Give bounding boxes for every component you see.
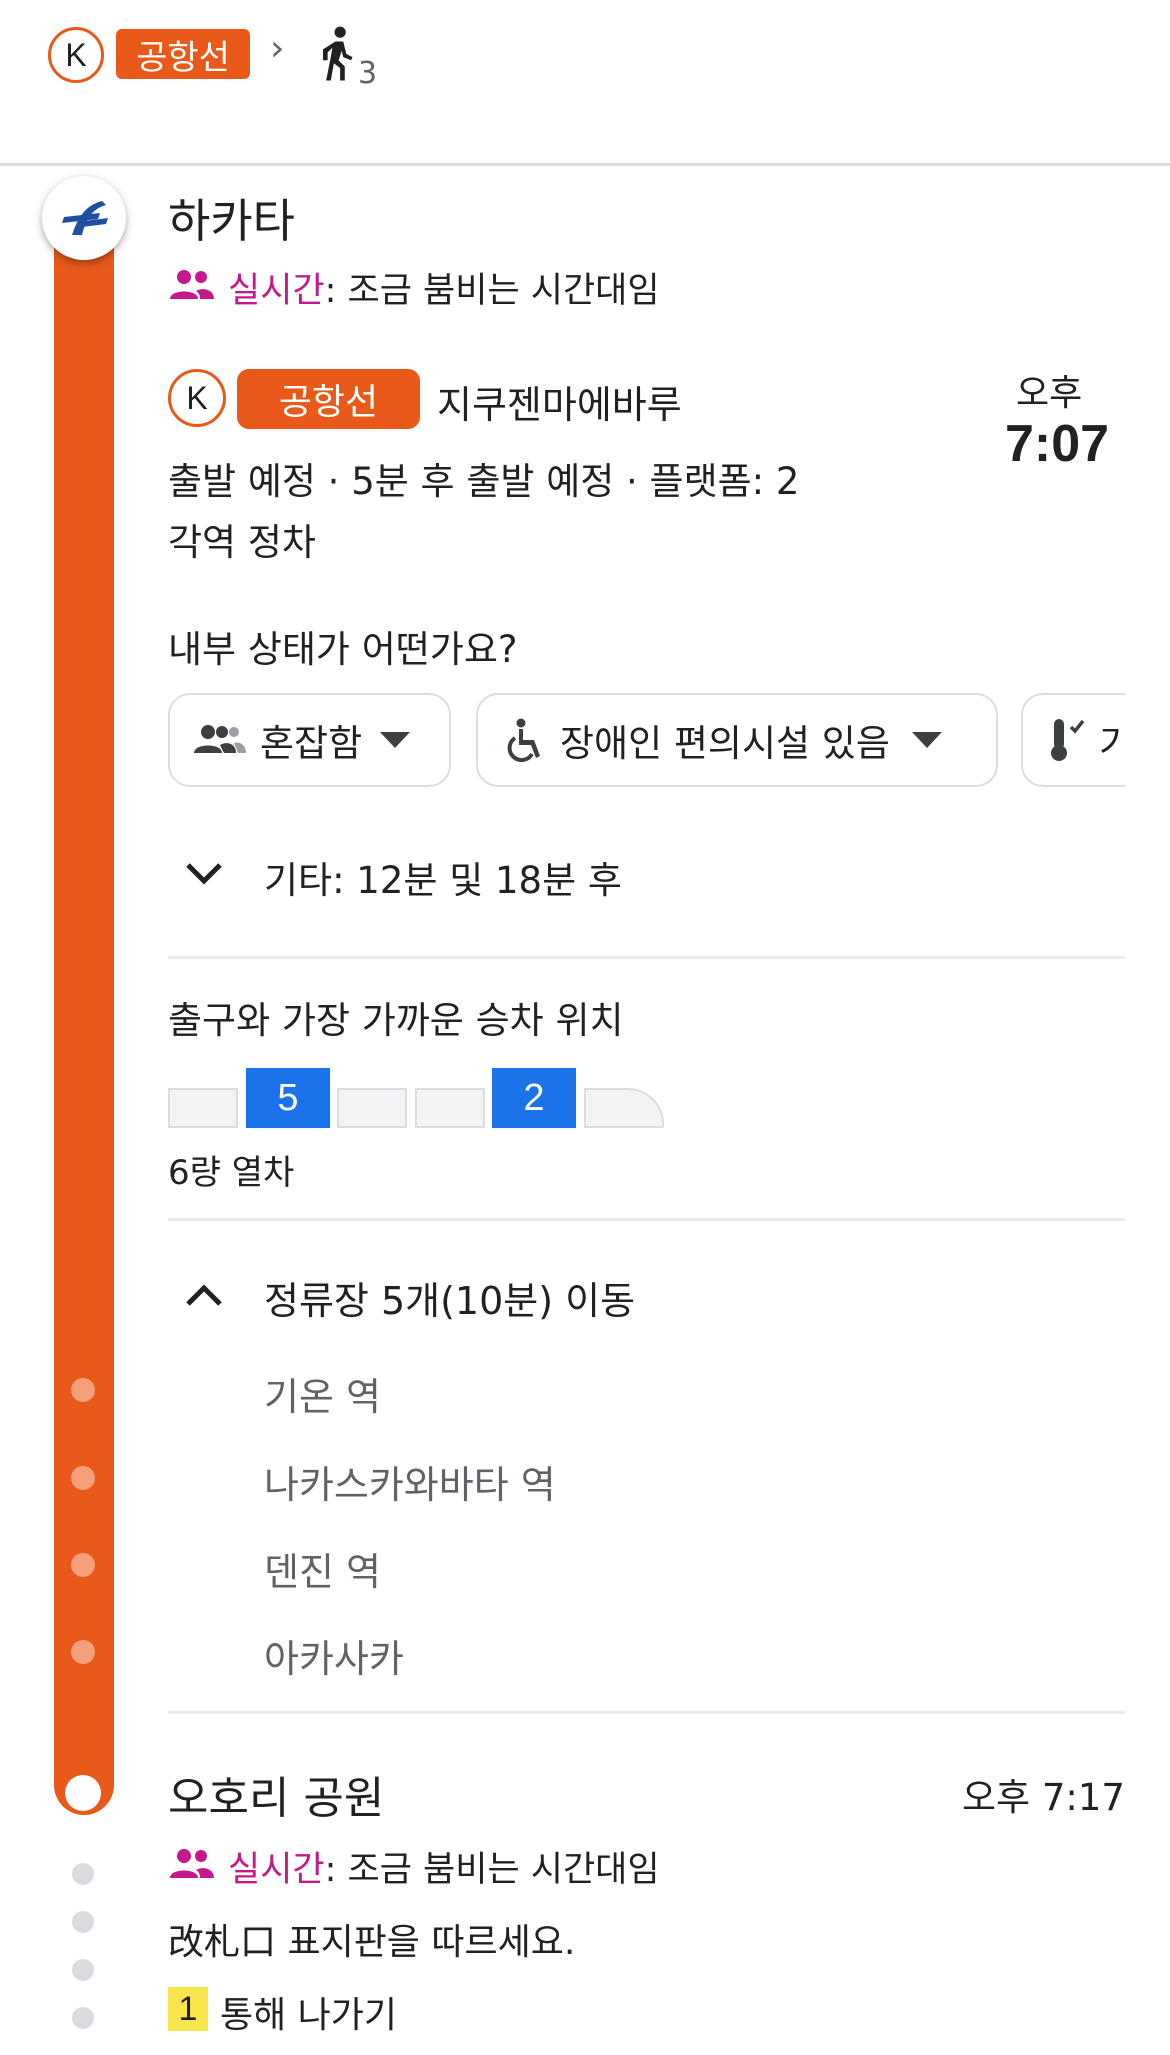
divider bbox=[168, 1711, 1125, 1714]
caret-down-icon bbox=[911, 732, 942, 748]
line-code-badge: K bbox=[168, 369, 226, 427]
train-car-front bbox=[584, 1088, 664, 1128]
line-name-pill: 공항선 bbox=[237, 369, 420, 429]
chevron-up-icon[interactable] bbox=[185, 1283, 223, 1307]
departure-time: 7:07 bbox=[1005, 415, 1110, 473]
feedback-question: 내부 상태가 어떤가요? bbox=[168, 628, 518, 671]
train-length: 6량 열차 bbox=[168, 1153, 295, 1193]
line-code-badge: K bbox=[48, 27, 104, 83]
chip-label: 장애인 편의시설 있음 bbox=[560, 722, 890, 765]
stop-dot bbox=[71, 1466, 95, 1490]
train-car bbox=[168, 1088, 238, 1128]
train-direction: 지쿠젠마에바루 bbox=[437, 383, 682, 427]
people-icon bbox=[194, 725, 246, 753]
people-icon bbox=[170, 270, 214, 299]
chip-label: 기 bbox=[1099, 722, 1125, 765]
exit-number-badge: 1 bbox=[168, 1987, 208, 2031]
intermediate-stop: 덴진 역 bbox=[264, 1550, 381, 1594]
train-car-highlight: 2 bbox=[492, 1068, 576, 1128]
boarding-position-title: 출구와 가장 가까운 승차 위치 bbox=[168, 999, 624, 1042]
walk-dot bbox=[72, 2007, 94, 2029]
chip-label: 혼잡함 bbox=[260, 722, 363, 765]
departure-status: 출발 예정 · 5분 후 출발 예정 · 플랫폼: 2 bbox=[168, 460, 800, 503]
thermometer-icon bbox=[1051, 719, 1085, 761]
walk-dot bbox=[72, 1863, 94, 1885]
stop-dot bbox=[71, 1553, 95, 1577]
intermediate-stop: 아카사카 bbox=[264, 1637, 404, 1681]
walk-icon bbox=[323, 26, 353, 81]
service-type: 각역 정차 bbox=[168, 521, 316, 564]
origin-station-name[interactable]: 하카타 bbox=[168, 185, 295, 251]
stop-dot bbox=[71, 1378, 95, 1402]
realtime-label: 실시간 bbox=[228, 271, 325, 311]
stop-dot bbox=[71, 1640, 95, 1664]
accessibility-chip[interactable]: 장애인 편의시설 있음 bbox=[476, 693, 998, 787]
crowd-text: : 조금 붐비는 시간대임 bbox=[324, 1850, 660, 1890]
origin-crowd-status: 실시간: 조금 붐비는 시간대임 bbox=[228, 262, 660, 313]
train-car bbox=[337, 1088, 407, 1128]
crowdedness-chip[interactable]: 혼잡함 bbox=[168, 693, 451, 787]
line-name-pill: 공항선 bbox=[116, 29, 250, 79]
destination-station-name[interactable]: 오호리 공원 bbox=[168, 1762, 384, 1826]
arrival-time: 오후 7:17 bbox=[962, 1776, 1125, 1819]
train-car-highlight: 5 bbox=[246, 1068, 330, 1128]
walk-dot bbox=[72, 1959, 94, 1981]
departure-period: 오후 bbox=[1016, 373, 1083, 414]
intermediate-stop: 기온 역 bbox=[264, 1375, 381, 1419]
divider bbox=[168, 956, 1125, 959]
fukuoka-subway-icon bbox=[62, 201, 108, 235]
stops-summary[interactable]: 정류장 5개(10분) 이동 bbox=[264, 1270, 635, 1325]
walk-minutes: 3 bbox=[358, 56, 378, 91]
walk-dot bbox=[72, 1911, 94, 1933]
people-icon bbox=[170, 1849, 214, 1878]
divider bbox=[168, 1218, 1125, 1221]
exit-instruction: 改札口 표지판을 따르세요. bbox=[168, 1922, 576, 1963]
destination-dot bbox=[65, 1775, 101, 1811]
more-departures[interactable]: 기타: 12분 및 18분 후 bbox=[264, 850, 622, 904]
crowd-text: : 조금 붐비는 시간대임 bbox=[324, 271, 660, 311]
route-summary-bar: K 공항선 › 3 bbox=[0, 0, 1170, 166]
intermediate-stop: 나카스카와바타 역 bbox=[264, 1463, 556, 1507]
transit-operator-logo bbox=[42, 176, 126, 260]
realtime-label: 실시간 bbox=[228, 1850, 325, 1890]
train-car bbox=[415, 1088, 485, 1128]
exit-text: 통해 나가기 bbox=[220, 1995, 398, 2036]
wheelchair-icon bbox=[507, 718, 540, 762]
chip-clip: 기 bbox=[1021, 693, 1125, 787]
destination-crowd-status: 실시간: 조금 붐비는 시간대임 bbox=[228, 1841, 660, 1892]
chevron-down-icon[interactable] bbox=[185, 862, 223, 886]
chevron-right-icon: › bbox=[270, 28, 285, 69]
caret-down-icon bbox=[380, 732, 411, 748]
temperature-chip[interactable]: 기 bbox=[1021, 693, 1125, 787]
